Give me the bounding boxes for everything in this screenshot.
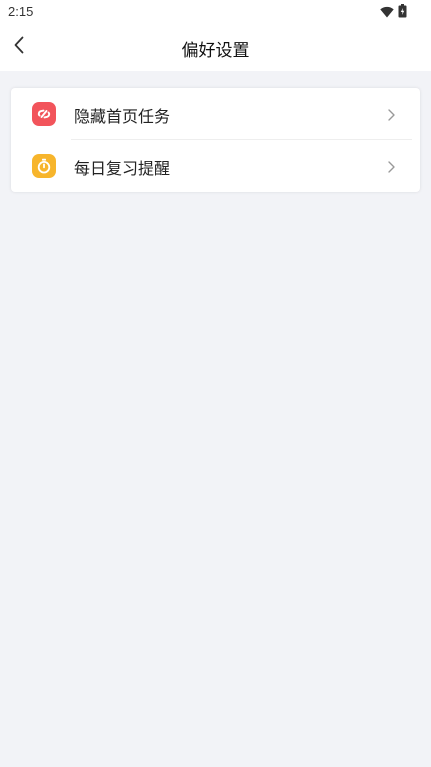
chevron-right-icon [386,107,396,121]
battery-icon [398,3,407,22]
page-title: 偏好设置 [181,41,250,61]
setting-row-hide-home-tasks[interactable]: 隐藏首页任务 [11,88,420,140]
status-icons [380,3,407,22]
setting-label: 每日复习提醒 [74,159,171,178]
chevron-right-icon [386,159,396,173]
status-time: 2:15 [8,4,34,19]
setting-row-daily-review-reminder[interactable]: 每日复习提醒 [11,140,420,192]
timer-icon [32,154,56,178]
hide-icon [32,102,56,126]
status-bar: 2:15 [0,0,431,24]
nav-bar: 偏好设置 [0,24,431,71]
setting-label: 隐藏首页任务 [74,107,171,126]
wifi-icon [380,3,394,22]
settings-card: 隐藏首页任务 每日复习提醒 [11,88,420,192]
